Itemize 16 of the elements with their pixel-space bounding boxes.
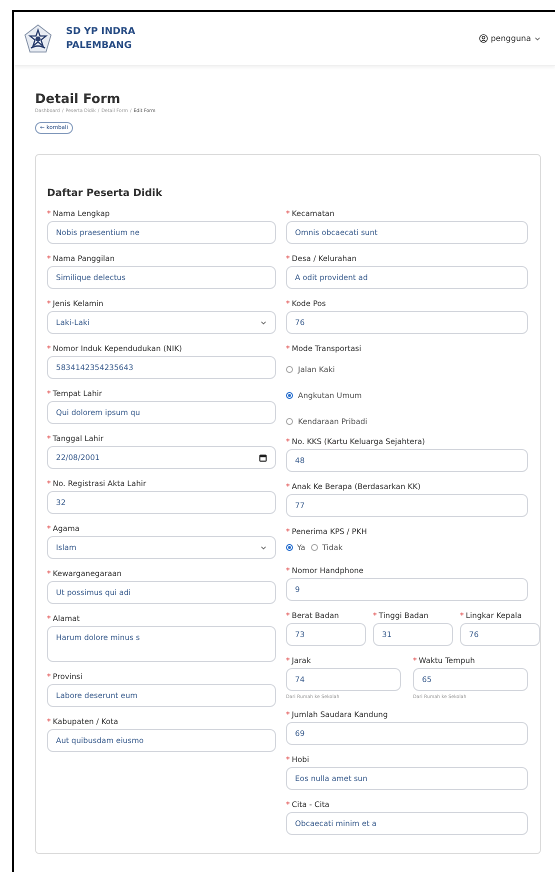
chevron-down-icon: [260, 319, 267, 326]
radio-button[interactable]: [286, 392, 293, 398]
radio-button[interactable]: [311, 544, 318, 551]
page-title: Detail Form: [35, 92, 122, 107]
form-title: Daftar Peserta Didik: [47, 188, 164, 199]
radio-button[interactable]: [286, 366, 293, 372]
radio-button[interactable]: [286, 544, 293, 551]
school-name: SD YP INDRA: [66, 24, 136, 38]
logo-icon: [24, 24, 52, 54]
chevron-down-icon: [534, 35, 541, 42]
user-icon: [478, 34, 488, 43]
school-name: PALEMBANG: [66, 38, 133, 52]
radio-button[interactable]: [286, 418, 293, 424]
user-menu[interactable]: pengguna: [478, 34, 541, 43]
calendar-icon: [259, 454, 267, 462]
chevron-down-icon: [260, 544, 267, 551]
